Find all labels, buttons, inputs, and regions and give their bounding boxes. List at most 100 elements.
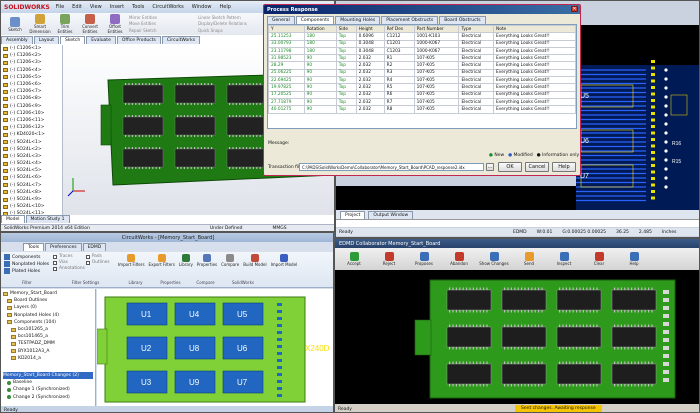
tree-item[interactable]: (-) SO24L<5>: [3, 167, 62, 174]
tab-office-products[interactable]: Office Products: [116, 36, 161, 44]
tab-board-obstructs[interactable]: Board Obstructs: [439, 16, 486, 24]
table-row[interactable]: 31.98523 90 Top 2.032 R1 107-K05 Electrical Eve…: [268, 54, 576, 63]
tab-sketch[interactable]: Sketch: [60, 36, 86, 44]
tree-item[interactable]: (-) SO24L<8>: [3, 189, 62, 196]
tree-item[interactable]: (-) KD4020<1>: [3, 131, 62, 138]
tree-item[interactable]: (-) C1206<7>: [3, 88, 62, 95]
tree-item[interactable]: (-) C1206<2>: [3, 52, 62, 59]
inspect-button[interactable]: Inspect: [549, 252, 579, 266]
tree-item[interactable]: (-) C1206<4>: [3, 67, 62, 74]
table-row[interactable]: 27.71879 90 Top 2.032 R7 107-K05 Electrical Eve…: [268, 97, 576, 107]
ok-button[interactable]: OK: [498, 162, 522, 172]
tree-item[interactable]: (-) SO24L<6>: [3, 174, 62, 181]
quick-snaps-button[interactable]: Quick Snaps: [198, 28, 264, 33]
tab-general[interactable]: General: [267, 16, 295, 24]
tree-item[interactable]: (-) C1206<12>: [3, 124, 62, 131]
tree-item[interactable]: (-) SO24L<4>: [3, 160, 62, 167]
tab-layout[interactable]: Layout: [33, 36, 60, 44]
column-header[interactable]: Ref Des: [383, 25, 415, 34]
change-item[interactable]: Change 2 (Synchronized): [3, 393, 93, 400]
tree-item[interactable]: (-) C1206<6>: [3, 81, 62, 88]
annotations-filter[interactable]: Annotations: [53, 266, 85, 271]
transaction-file-field[interactable]: C:\PADS\SolidWorksDemo\Collaborator\Memo…: [299, 163, 484, 171]
tree-item[interactable]: (-) C1206<5>: [3, 74, 62, 81]
tab-placement-obstructs[interactable]: Placement Obstructs: [381, 16, 439, 24]
repair-sketch-button[interactable]: Repair Sketch: [129, 28, 195, 33]
table-row[interactable]: 23.11798 180 Top 0.3048 C1203 1000-K067 Electr…: [268, 46, 576, 56]
cw-tree-item[interactable]: Board Outlines: [3, 297, 93, 304]
tree-item[interactable]: (-) C1206<3>: [3, 59, 62, 66]
move-entities-button[interactable]: Move Entities: [129, 21, 195, 26]
cw-tree-item[interactable]: KD2014_a: [3, 355, 93, 362]
vias-filter[interactable]: Vias: [53, 260, 85, 265]
clear-button[interactable]: Clear: [584, 252, 614, 266]
dialog-close-button[interactable]: ✕: [571, 6, 578, 12]
tab-assembly[interactable]: Assembly: [1, 36, 33, 44]
tab-preferences[interactable]: Preferences: [45, 243, 82, 251]
traces-filter[interactable]: Traces: [53, 254, 85, 259]
column-header[interactable]: Type: [458, 25, 494, 34]
cw-tree-item[interactable]: Memory_Start_Board: [3, 290, 93, 297]
column-header[interactable]: Note: [493, 25, 576, 34]
table-row[interactable]: 40.01275 90 Top 2.032 R8 107-K05 Electrical Eve…: [268, 105, 576, 114]
properties-button[interactable]: Properties: [197, 254, 217, 267]
export-filters-button[interactable]: Export Filters: [149, 254, 175, 267]
menu-file[interactable]: File: [56, 4, 64, 10]
nonplated-holes-toggle[interactable]: Nonplated Holes: [4, 261, 49, 267]
menu-help[interactable]: Help: [219, 4, 230, 10]
cw-tree-item[interactable]: Nonplated Holes (4): [3, 312, 93, 319]
smart-dimension-button[interactable]: Smart Dimension: [29, 14, 51, 34]
trim-entities-button[interactable]: Trim Entities: [54, 14, 76, 34]
plated-holes-toggle[interactable]: Plated Holes: [4, 268, 49, 274]
pads-filter[interactable]: Pads: [85, 254, 115, 259]
column-header[interactable]: Height: [355, 25, 385, 34]
reject-button[interactable]: Reject: [374, 252, 404, 266]
table-row[interactable]: 25.11253 180 Top 0.6096 C1212 1001-K103 Electr…: [268, 32, 576, 41]
send-button[interactable]: Send: [514, 252, 544, 266]
tree-item[interactable]: (-) C1206<11>: [3, 117, 62, 124]
transaction-browse-button[interactable]: …: [486, 163, 494, 171]
table-row[interactable]: 19.97825 90 Top 2.032 R5 107-K05 Electrical Eve…: [268, 83, 576, 92]
library-button[interactable]: Library: [179, 254, 193, 267]
tree-item[interactable]: (-) SO24L<9>: [3, 196, 62, 203]
sketch-button[interactable]: Sketch: [4, 16, 26, 32]
tab-evaluate[interactable]: Evaluate: [86, 36, 116, 44]
tab-circuitworks[interactable]: CircuitWorks: [161, 36, 201, 44]
proposes-button[interactable]: Proposes: [409, 252, 439, 266]
tab-edmd[interactable]: EDMD: [82, 243, 107, 251]
tab-mounting-holes[interactable]: Mounting Holes: [335, 16, 381, 24]
tree-item[interactable]: (-) SO24L<1>: [3, 138, 62, 145]
menu-insert[interactable]: Insert: [110, 4, 124, 10]
menu-circuitworks[interactable]: CircuitWorks: [152, 4, 183, 10]
offset-entities-button[interactable]: Offset Entities: [104, 14, 126, 34]
table-row[interactable]: 17.20525 90 Top 2.032 R6 107-K05 Electrical Eve…: [268, 90, 576, 99]
table-row[interactable]: 22.69425 90 Top 2.032 R4 107-K05 Electrical Eve…: [268, 76, 576, 85]
cw-tree-item[interactable]: bcs101465_a: [3, 333, 93, 340]
tree-item[interactable]: (-) C1206<1>: [3, 45, 62, 52]
tree-item[interactable]: (-) SO24L<2>: [3, 146, 62, 153]
outlines-filter[interactable]: Outlines: [85, 260, 115, 265]
tree-item[interactable]: (-) C1206<10>: [3, 110, 62, 117]
column-header[interactable]: Side: [335, 25, 357, 34]
tab-model[interactable]: Model: [1, 215, 25, 223]
table-row[interactable]: 33.00793 180 Top 0.3048 C1201 1000-K067 Electr…: [268, 39, 576, 48]
tree-item[interactable]: (-) C1206<9>: [3, 103, 62, 110]
changes-header[interactable]: Memory_Start_Board Changes (2): [3, 371, 93, 380]
convert-entities-button[interactable]: Convert Entities: [79, 14, 101, 34]
column-header[interactable]: Rotation: [303, 25, 337, 34]
display-delete-relations-button[interactable]: Display/Delete Relations: [198, 21, 264, 26]
help-button[interactable]: Help: [619, 252, 649, 266]
tab-motion-study-1[interactable]: Motion Study 1: [25, 215, 70, 223]
change-item[interactable]: Change 1 (Synchronized): [3, 386, 93, 393]
tree-item[interactable]: (-) SO24L<3>: [3, 153, 62, 160]
table-row[interactable]: 28.29 90 Top 2.032 R2 107-K05 Electrical Everyt…: [268, 61, 576, 70]
cw-tree-item[interactable]: Components (104): [3, 319, 93, 326]
change-item[interactable]: Baseline: [3, 379, 93, 386]
cw-tree-item[interactable]: Layers (0): [3, 304, 93, 311]
tab-components[interactable]: Components: [295, 16, 335, 24]
components-toggle[interactable]: Components: [4, 254, 49, 260]
show-changes-button[interactable]: Show Changes: [479, 252, 509, 266]
cw-tree-item[interactable]: TESTPADZ_DMM: [3, 340, 93, 347]
table-row[interactable]: 25.06225 90 Top 2.032 R3 107-K05 Electrical Eve…: [268, 68, 576, 78]
cancel-button[interactable]: Cancel: [525, 162, 549, 172]
